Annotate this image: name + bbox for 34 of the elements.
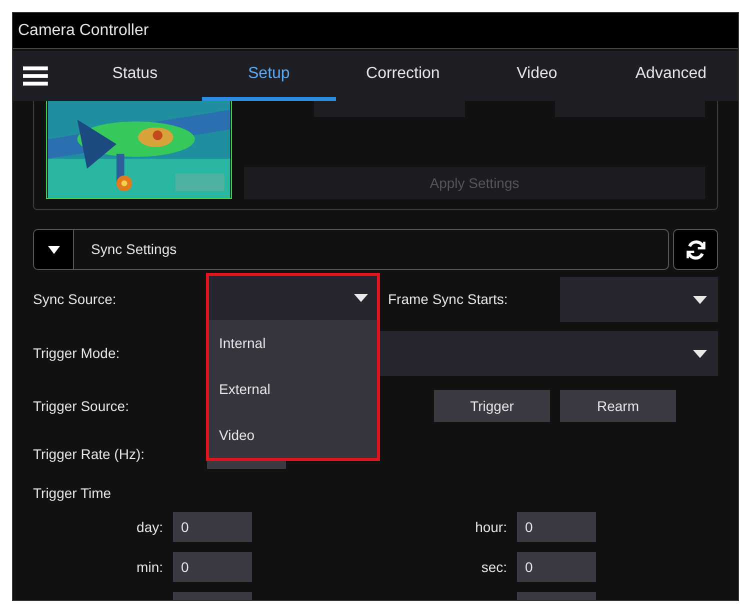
field-label: Trigger Mode: [33, 344, 121, 363]
refresh-icon [684, 238, 706, 260]
refresh-button[interactable] [673, 229, 718, 270]
input-field[interactable]: 0 [173, 552, 252, 582]
field-label: min: [136, 558, 163, 576]
field-label: Frame Sync Starts: [388, 290, 509, 309]
input-field[interactable]: 0 [517, 512, 596, 542]
tab[interactable]: Video [470, 51, 604, 101]
dropdown-option[interactable]: Video [209, 412, 377, 458]
field-label: hour: [474, 518, 507, 536]
section-title: Sync Settings [91, 240, 177, 259]
field-label: Trigger Source: [33, 396, 130, 416]
window-title: Camera Controller [18, 20, 149, 40]
field-label: Sync Source: [33, 290, 118, 309]
field-label: sec: [480, 558, 507, 576]
caret-icon [46, 244, 60, 254]
section-label: Trigger Time [33, 484, 112, 503]
section-header[interactable]: Sync Settings [33, 229, 669, 270]
caret-icon [692, 294, 708, 304]
caret-icon [353, 293, 369, 303]
caret-icon [692, 348, 708, 358]
input-field[interactable]: 0 [173, 512, 252, 542]
dropdown-option[interactable]: Internal [209, 320, 377, 366]
tab[interactable]: Correction [336, 51, 470, 101]
dropdown-option[interactable]: External [209, 366, 377, 412]
field-label: Trigger Rate (Hz): [33, 444, 146, 464]
tab[interactable]: Advanced [604, 51, 738, 101]
field-label: day: [136, 518, 163, 537]
menu-icon[interactable] [23, 66, 48, 86]
collapse-button[interactable] [34, 230, 74, 269]
tab[interactable]: Status [68, 51, 202, 101]
action-button[interactable]: Rearm [560, 390, 676, 422]
input-field[interactable]: 0 [517, 552, 596, 582]
action-button[interactable]: Trigger [434, 390, 550, 422]
